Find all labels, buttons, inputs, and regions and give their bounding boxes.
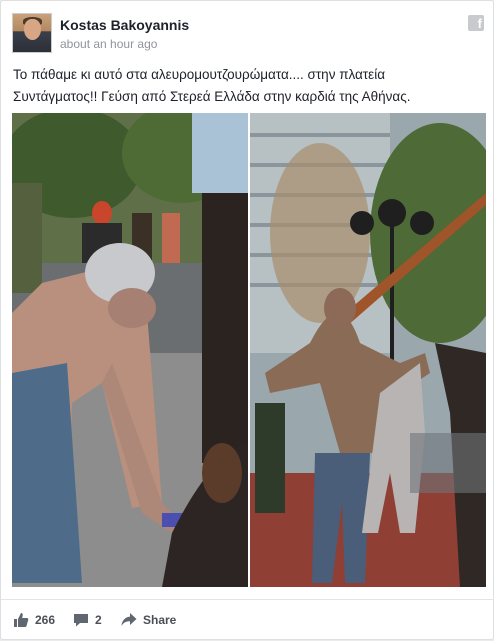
post-text: Το πάθαμε κι αυτό στα αλευρομουτζουρώματ…	[13, 64, 483, 108]
post-photos[interactable]	[12, 113, 486, 587]
comment-button[interactable]: 2	[73, 612, 102, 628]
post-text-line: Συντάγματος!! Γεύση από Στερεά Ελλάδα στ…	[13, 89, 411, 104]
author-avatar[interactable]	[12, 13, 52, 53]
post-text-line: Το πάθαμε κι αυτό στα αλευρομουτζουρώματ…	[13, 67, 386, 82]
facebook-post-card: Kostas Bakoyannis about an hour ago f Το…	[0, 0, 494, 640]
comment-count: 2	[95, 613, 102, 627]
comment-icon	[74, 614, 88, 627]
photo-right-image	[250, 113, 486, 587]
thumbs-up-icon	[14, 613, 29, 627]
post-header: Kostas Bakoyannis about an hour ago f	[12, 13, 484, 55]
share-button[interactable]: Share	[121, 612, 176, 628]
like-button[interactable]: 266	[13, 612, 55, 628]
post-footer: 266 2 Share	[1, 599, 494, 641]
photo-right[interactable]	[250, 113, 486, 587]
photo-left-image	[12, 113, 248, 587]
share-label: Share	[143, 613, 177, 627]
like-count: 266	[35, 613, 56, 627]
post-timestamp[interactable]: about an hour ago	[60, 37, 157, 51]
photo-left[interactable]	[12, 113, 248, 587]
share-arrow-icon	[121, 613, 137, 626]
facebook-icon[interactable]: f	[468, 15, 484, 31]
author-name[interactable]: Kostas Bakoyannis	[60, 17, 189, 33]
